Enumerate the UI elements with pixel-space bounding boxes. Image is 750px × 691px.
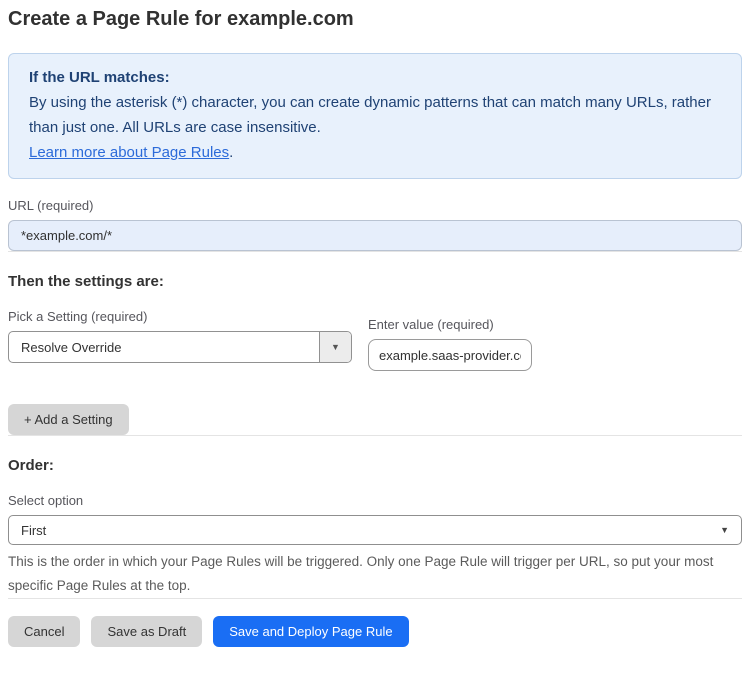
footer-buttons: Cancel Save as Draft Save and Deploy Pag… xyxy=(8,616,742,647)
link-period: . xyxy=(229,144,234,161)
settings-section-heading: Then the settings are: xyxy=(8,273,164,290)
setting-value-input[interactable] xyxy=(368,339,532,371)
dropdown-arrow-button[interactable]: ▼ xyxy=(319,332,351,362)
chevron-down-icon: ▼ xyxy=(331,342,340,352)
save-as-draft-button[interactable]: Save as Draft xyxy=(91,616,203,647)
order-select-label: Select option xyxy=(8,493,84,508)
info-box-link-line: Learn more about Page Rules. xyxy=(29,140,721,165)
divider xyxy=(8,251,742,252)
chevron-down-icon: ▼ xyxy=(720,525,729,535)
learn-more-link[interactable]: Learn more about Page Rules xyxy=(29,144,229,161)
divider xyxy=(8,435,742,436)
page-title: Create a Page Rule for example.com xyxy=(8,8,354,30)
pick-setting-selected-value: Resolve Override xyxy=(21,339,122,355)
pick-setting-column: Pick a Setting (required) Resolve Overri… xyxy=(8,290,352,363)
enter-value-column: Enter value (required) xyxy=(368,298,532,371)
order-help-text: This is the order in which your Page Rul… xyxy=(8,554,714,593)
pick-setting-label: Pick a Setting (required) xyxy=(8,309,148,324)
save-and-deploy-button[interactable]: Save and Deploy Page Rule xyxy=(213,616,409,647)
cancel-button[interactable]: Cancel xyxy=(8,616,81,647)
divider xyxy=(8,598,742,599)
order-dropdown[interactable]: First ▼ xyxy=(8,515,742,545)
enter-value-label: Enter value (required) xyxy=(368,317,494,332)
info-box-body: By using the asterisk (*) character, you… xyxy=(29,94,711,136)
url-input[interactable] xyxy=(8,220,742,251)
order-section-heading: Order: xyxy=(8,457,54,474)
pick-setting-dropdown[interactable]: Resolve Override ▼ xyxy=(8,331,352,363)
url-field-label: URL (required) xyxy=(8,198,94,213)
info-box-heading: If the URL matches: xyxy=(29,69,170,86)
settings-row: Pick a Setting (required) Resolve Overri… xyxy=(8,290,742,371)
order-selected-value: First xyxy=(21,522,47,538)
add-setting-button[interactable]: + Add a Setting xyxy=(8,404,129,435)
url-matches-info-box: If the URL matches: By using the asteris… xyxy=(8,53,742,179)
